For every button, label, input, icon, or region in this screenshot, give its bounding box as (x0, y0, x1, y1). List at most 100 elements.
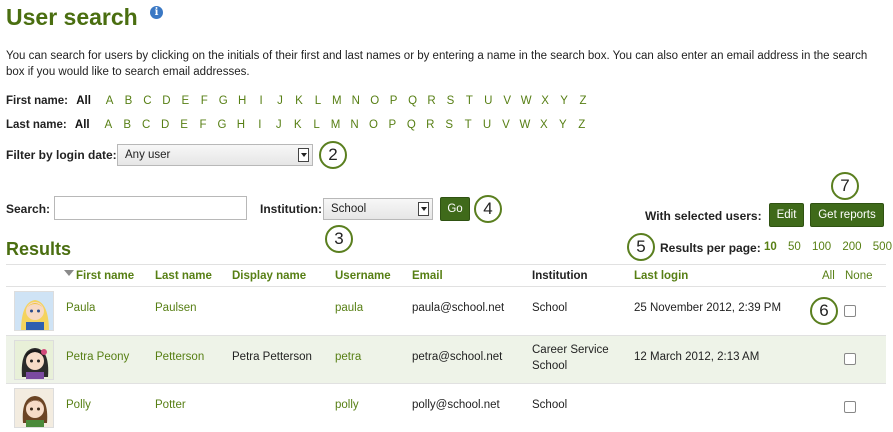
first-name-letter-link[interactable]: F (195, 95, 214, 107)
last-name-letter-link[interactable]: X (534, 119, 553, 131)
first-name-letter-link[interactable]: U (479, 95, 498, 107)
last-name-letter-link[interactable]: L (307, 119, 326, 131)
th-first-name[interactable]: First name (76, 270, 134, 282)
first-name-letter-link[interactable]: W (517, 95, 536, 107)
cell-first-name[interactable]: Paula (66, 302, 95, 314)
first-name-letter-link[interactable]: T (460, 95, 479, 107)
first-name-letter-link[interactable]: Q (403, 95, 422, 107)
last-name-letter-link[interactable]: T (459, 119, 478, 131)
callout-4: 4 (474, 195, 502, 223)
last-name-letter-link[interactable]: Z (572, 119, 591, 131)
last-name-letter-link[interactable]: P (383, 119, 402, 131)
cell-username[interactable]: petra (335, 351, 361, 363)
th-last-name[interactable]: Last name (155, 270, 212, 282)
last-name-letter-link[interactable]: M (326, 119, 345, 131)
first-name-letter-link[interactable]: Z (574, 95, 593, 107)
first-name-letter-link[interactable]: L (308, 95, 327, 107)
sort-desc-icon (64, 270, 74, 276)
first-name-letter-link[interactable]: V (498, 95, 517, 107)
select-all-link[interactable]: All (822, 270, 835, 282)
first-name-letter-link[interactable]: D (157, 95, 176, 107)
th-email[interactable]: Email (412, 270, 443, 282)
last-name-letter-link[interactable]: I (250, 119, 269, 131)
cell-last-name[interactable]: Petterson (155, 351, 204, 363)
last-name-letter-link[interactable]: K (288, 119, 307, 131)
get-reports-button[interactable]: Get reports (810, 203, 884, 227)
last-name-label: Last name: (6, 119, 67, 131)
cell-username[interactable]: paula (335, 302, 363, 314)
login-filter-select[interactable]: Any user (117, 144, 313, 166)
last-name-letter-link[interactable]: H (231, 119, 250, 131)
first-name-letter-link[interactable]: N (346, 95, 365, 107)
last-name-letter-link[interactable]: U (478, 119, 497, 131)
per-page-option[interactable]: 200 (842, 241, 861, 253)
first-name-letter-link[interactable]: S (441, 95, 460, 107)
last-name-letter-link[interactable]: B (118, 119, 137, 131)
last-name-letter-link[interactable]: A (99, 119, 118, 131)
per-page-label: Results per page: (660, 241, 761, 255)
first-name-letter-link[interactable]: M (327, 95, 346, 107)
last-name-letter-link[interactable]: R (421, 119, 440, 131)
first-name-letter-link[interactable]: K (289, 95, 308, 107)
first-name-letter-link[interactable]: J (271, 95, 290, 107)
avatar[interactable] (14, 388, 54, 428)
row-checkbox[interactable] (844, 353, 856, 365)
last-name-letter-link[interactable]: V (497, 119, 516, 131)
first-name-letter-link[interactable]: P (384, 95, 403, 107)
last-name-letter-link[interactable]: Y (553, 119, 572, 131)
first-name-letter-link[interactable]: H (233, 95, 252, 107)
first-name-letter-link[interactable]: R (422, 95, 441, 107)
select-none-link[interactable]: None (845, 270, 873, 282)
cell-first-name[interactable]: Petra Peony (66, 351, 129, 363)
cell-first-name[interactable]: Polly (66, 399, 91, 411)
cell-email: petra@school.net (412, 351, 503, 363)
per-page-option[interactable]: 100 (812, 241, 831, 253)
last-name-letter-link[interactable]: C (137, 119, 156, 131)
th-username[interactable]: Username (335, 270, 391, 282)
first-name-letter-link[interactable]: G (214, 95, 233, 107)
last-name-letter-link[interactable]: N (345, 119, 364, 131)
last-name-letter-link[interactable]: W (515, 119, 534, 131)
last-name-letter-link[interactable]: G (212, 119, 231, 131)
per-page-option[interactable]: 500 (873, 241, 892, 253)
avatar[interactable] (14, 291, 54, 331)
per-page-option[interactable]: 50 (788, 241, 801, 253)
cell-institution: Career Service (532, 344, 609, 356)
last-name-letter-link[interactable]: S (440, 119, 459, 131)
last-name-letter-link[interactable]: D (156, 119, 175, 131)
cell-last-name[interactable]: Potter (155, 399, 186, 411)
chevron-down-icon (298, 148, 309, 162)
first-name-letter-link[interactable]: I (252, 95, 271, 107)
first-name-letter-link[interactable]: X (536, 95, 555, 107)
callout-6: 6 (810, 297, 838, 325)
th-last-login[interactable]: Last login (634, 270, 688, 282)
last-name-letter-link[interactable]: Q (402, 119, 421, 131)
per-page-option[interactable]: 10 (764, 241, 777, 253)
search-input[interactable] (54, 196, 247, 220)
login-filter-value: Any user (125, 149, 171, 161)
edit-button[interactable]: Edit (769, 203, 804, 227)
info-icon[interactable]: i (150, 6, 163, 19)
first-name-letter-link[interactable]: C (138, 95, 157, 107)
last-name-letter-link[interactable]: O (364, 119, 383, 131)
table-top-divider (6, 264, 886, 265)
first-name-letter-link[interactable]: E (176, 95, 195, 107)
cell-username[interactable]: polly (335, 399, 359, 411)
first-name-letters: ABCDEFGHIJKLMNOPQRSTUVWXYZ (94, 95, 592, 107)
first-name-letter-link[interactable]: B (119, 95, 138, 107)
institution-select[interactable]: School (323, 198, 433, 220)
last-name-letter-link[interactable]: E (175, 119, 194, 131)
th-display-name[interactable]: Display name (232, 270, 306, 282)
first-name-letter-link[interactable]: Y (555, 95, 574, 107)
go-button[interactable]: Go (440, 197, 470, 221)
first-name-letter-link[interactable]: O (365, 95, 384, 107)
row-checkbox[interactable] (844, 305, 856, 317)
avatar[interactable] (14, 340, 54, 380)
last-name-all[interactable]: All (75, 119, 90, 131)
first-name-letter-link[interactable]: A (100, 95, 119, 107)
cell-last-name[interactable]: Paulsen (155, 302, 197, 314)
first-name-all[interactable]: All (76, 95, 91, 107)
row-checkbox[interactable] (844, 401, 856, 413)
last-name-letter-link[interactable]: F (194, 119, 213, 131)
last-name-letter-link[interactable]: J (269, 119, 288, 131)
